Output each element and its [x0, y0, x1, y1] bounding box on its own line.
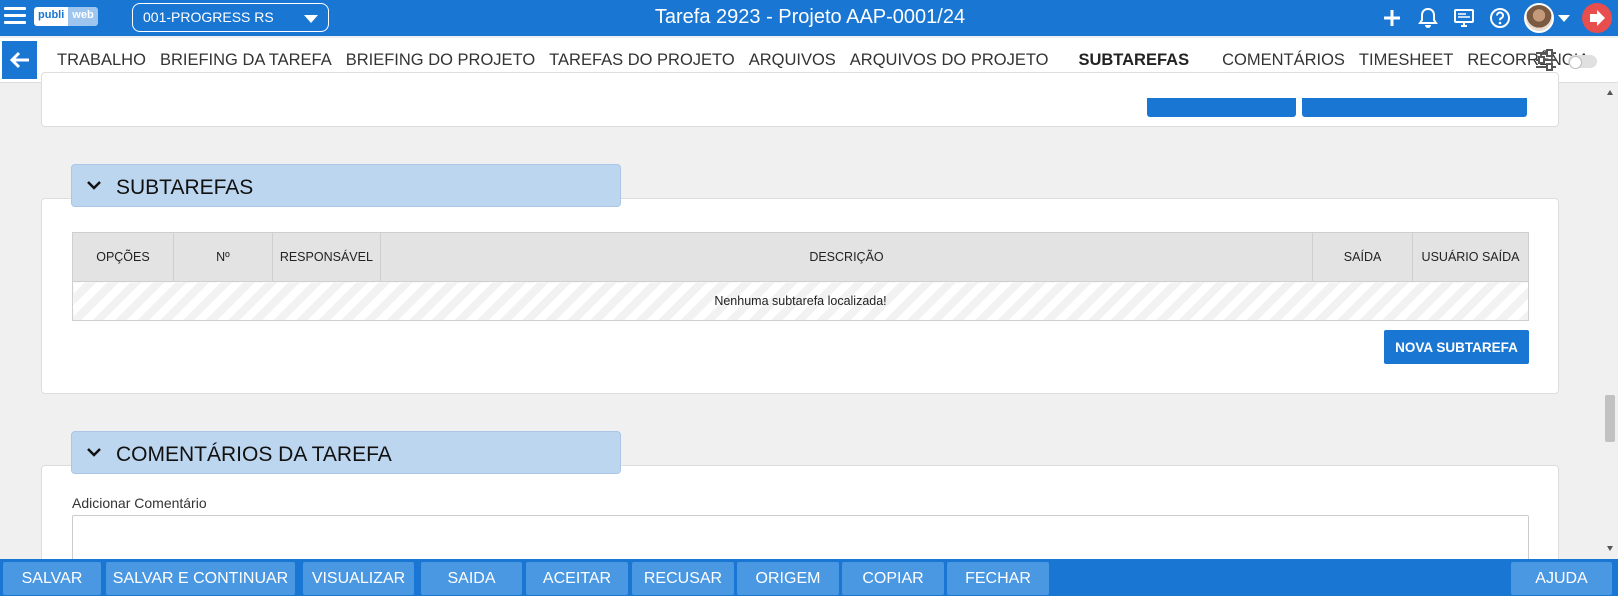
scrollbar[interactable] — [1602, 83, 1618, 559]
logo-part-web: web — [68, 7, 98, 26]
salvar-e-continuar-button[interactable]: SALVAR E CONTINUAR — [106, 562, 295, 595]
column-header[interactable]: DESCRIÇÃO — [379, 232, 1314, 282]
app-logo: publi web — [34, 7, 98, 26]
empty-message: Nenhuma subtarefa localizada! — [72, 281, 1529, 321]
visualizar-button[interactable]: VISUALIZAR — [303, 562, 414, 595]
page-title: Tarefa 2923 - Projeto AAP-0001/24 — [654, 6, 966, 28]
logout-icon[interactable] — [1582, 3, 1612, 33]
arrow-left-icon — [9, 51, 29, 69]
help-button[interactable]: AJUDA — [1511, 562, 1612, 595]
scroll-down-arrow[interactable] — [1607, 546, 1613, 551]
add-icon[interactable] — [1380, 6, 1404, 30]
recusar-button[interactable]: RECUSAR — [632, 562, 734, 595]
hidden-button[interactable] — [1302, 98, 1527, 117]
top-bar: publi web 001-PROGRESS RS Tarefa 2923 - … — [0, 0, 1618, 36]
column-header[interactable]: Nº — [172, 232, 273, 282]
fechar-button[interactable]: FECHAR — [947, 562, 1049, 595]
menu-icon[interactable] — [4, 7, 26, 27]
column-header[interactable]: RESPONSÁVEL — [271, 232, 381, 282]
subtasks-card: OPÇÕES Nº RESPONSÁVEL DESCRIÇÃO SAÍDA USUÁRIO… — [41, 198, 1559, 394]
scroll-thumb[interactable] — [1605, 395, 1615, 442]
comment-label: Adicionar Comentário — [72, 495, 207, 511]
empty-row: Nenhuma subtarefa localizada! — [72, 281, 1529, 321]
chevron-down-icon[interactable] — [1558, 14, 1570, 22]
column-header[interactable]: SAÍDA — [1312, 232, 1414, 282]
monitor-icon[interactable] — [1452, 6, 1476, 30]
column-header[interactable]: USUÁRIO SAÍDA — [1412, 232, 1529, 282]
company-select-value: 001-PROGRESS RS — [143, 9, 274, 25]
chevron-down-icon — [87, 448, 101, 457]
toggle-switch[interactable] — [1568, 55, 1597, 69]
section-title: COMENTÁRIOS DA TAREFA — [116, 443, 392, 466]
avatar[interactable] — [1524, 3, 1554, 33]
salvar-button[interactable]: SALVAR — [3, 562, 101, 595]
hidden-button[interactable] — [1147, 98, 1296, 117]
bell-icon[interactable] — [1416, 6, 1440, 30]
help-icon[interactable] — [1488, 6, 1512, 30]
section-title: SUBTAREFAS — [116, 176, 254, 199]
chevron-down-icon — [304, 15, 318, 23]
back-button[interactable] — [2, 41, 37, 79]
logo-part-publi: publi — [34, 7, 69, 26]
subtasks-section-header[interactable]: SUBTAREFAS — [71, 164, 621, 207]
bottom-action-bar: AJUDA SALVAR SALVAR E CONTINUAR VISUALIZAR… — [0, 559, 1618, 596]
scroll-up-arrow[interactable] — [1607, 90, 1613, 95]
company-select[interactable]: 001-PROGRESS RS — [132, 3, 329, 32]
saida-button[interactable]: SAIDA — [421, 562, 522, 595]
comments-section-header[interactable]: COMENTÁRIOS DA TAREFA — [71, 431, 621, 474]
aceitar-button[interactable]: ACEITAR — [526, 562, 628, 595]
origem-button[interactable]: ORIGEM — [737, 562, 839, 595]
previous-section-card — [41, 72, 1559, 127]
new-subtask-button[interactable]: NOVA SUBTAREFA — [1384, 330, 1529, 364]
chevron-down-icon — [87, 181, 101, 190]
column-header[interactable]: OPÇÕES — [72, 232, 174, 282]
copiar-button[interactable]: COPIAR — [842, 562, 944, 595]
subtasks-table: OPÇÕES Nº RESPONSÁVEL DESCRIÇÃO SAÍDA USUÁRIO… — [72, 232, 1529, 321]
